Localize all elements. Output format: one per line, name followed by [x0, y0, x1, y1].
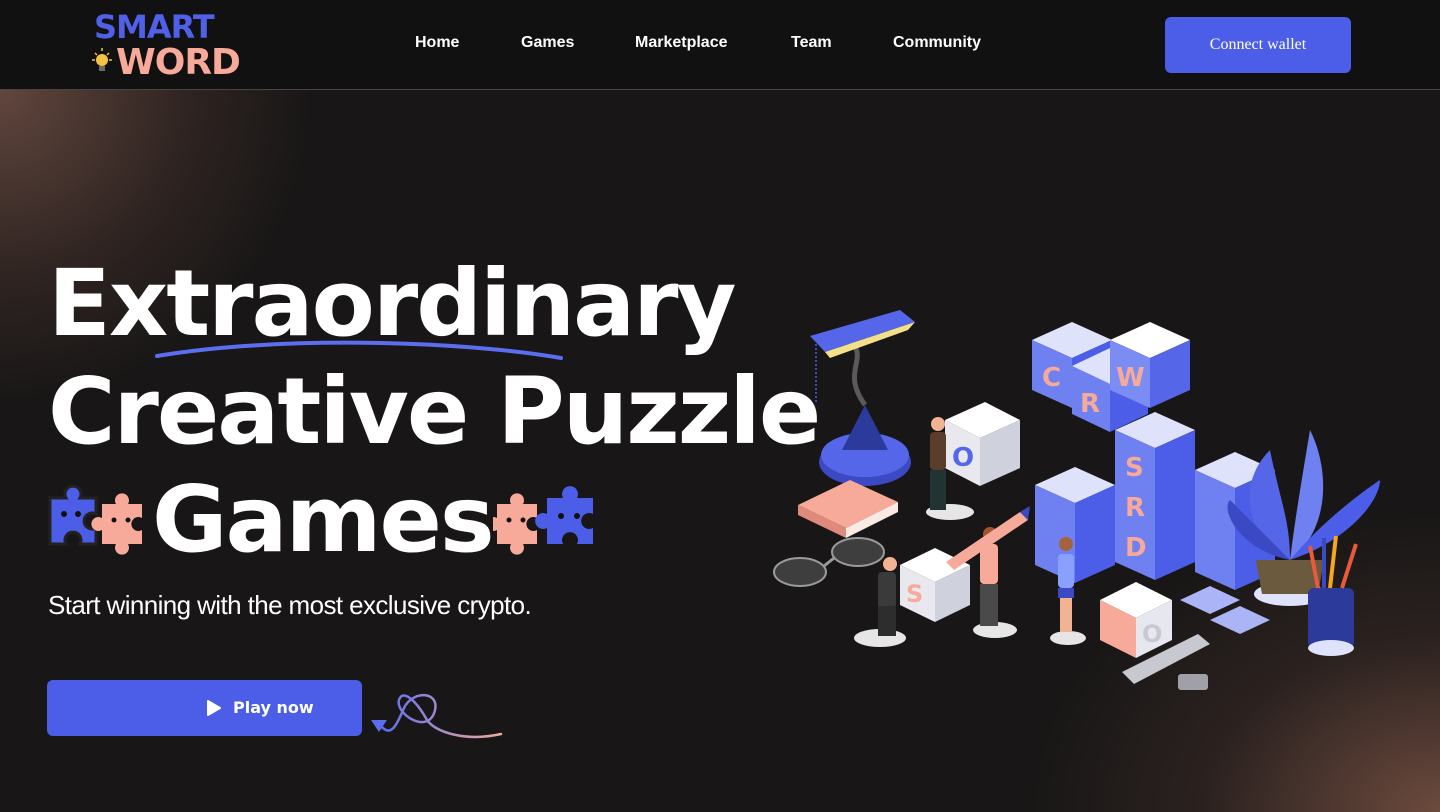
hero-subtitle: Start winning with the most exclusive cr…: [48, 590, 532, 620]
cube-o-white: O: [945, 402, 1020, 486]
play-icon: [207, 699, 221, 716]
play-now-label: Play now: [233, 698, 314, 717]
pencil-cup: [1308, 535, 1358, 656]
headline-line-2: Creative Puzzle: [48, 358, 821, 465]
block-letter: W: [1116, 363, 1145, 393]
cube-stack: S R D: [1115, 412, 1195, 580]
nav-link-home[interactable]: Home: [415, 34, 459, 52]
block-letter: O: [952, 443, 974, 473]
play-now-button[interactable]: Play now: [47, 680, 362, 736]
block-letter: O: [1142, 620, 1162, 648]
nav-link-marketplace[interactable]: Marketplace: [635, 34, 728, 52]
nav-link-community[interactable]: Community: [893, 34, 981, 52]
block-letter: S: [1125, 453, 1144, 483]
desk-lamp: [810, 310, 915, 486]
headline-games-word: Games: [152, 466, 495, 573]
connect-wallet-button[interactable]: Connect wallet: [1165, 17, 1351, 73]
headline-line-3: Games: [48, 466, 768, 574]
cube-w: W: [1110, 322, 1190, 408]
block-letter: R: [1080, 389, 1100, 419]
headline-underline: [155, 340, 563, 360]
block-letter: R: [1125, 493, 1145, 523]
sunglasses: [773, 537, 885, 587]
puzzle-piece-icon: [48, 484, 142, 555]
block-letter: D: [1125, 533, 1147, 563]
block-letter: C: [1042, 363, 1061, 393]
play-now-content: Play now: [205, 698, 314, 717]
nav-link-games[interactable]: Games: [521, 34, 574, 52]
cube-o-peach: O: [1100, 582, 1172, 658]
book-stack: [798, 480, 898, 538]
puzzle-piece-icon: [492, 485, 593, 555]
top-navbar: SMART WORD Home Games Marketplace Team C…: [0, 0, 1440, 90]
puzzle-illustration: C R W S R D O S O: [773, 310, 1380, 690]
block-letter: S: [906, 580, 923, 608]
nav-link-team[interactable]: Team: [791, 34, 832, 52]
curly-arrow-icon: [371, 694, 503, 739]
hero-headline: Extraordinary Creative Puzzle Games: [48, 250, 821, 574]
